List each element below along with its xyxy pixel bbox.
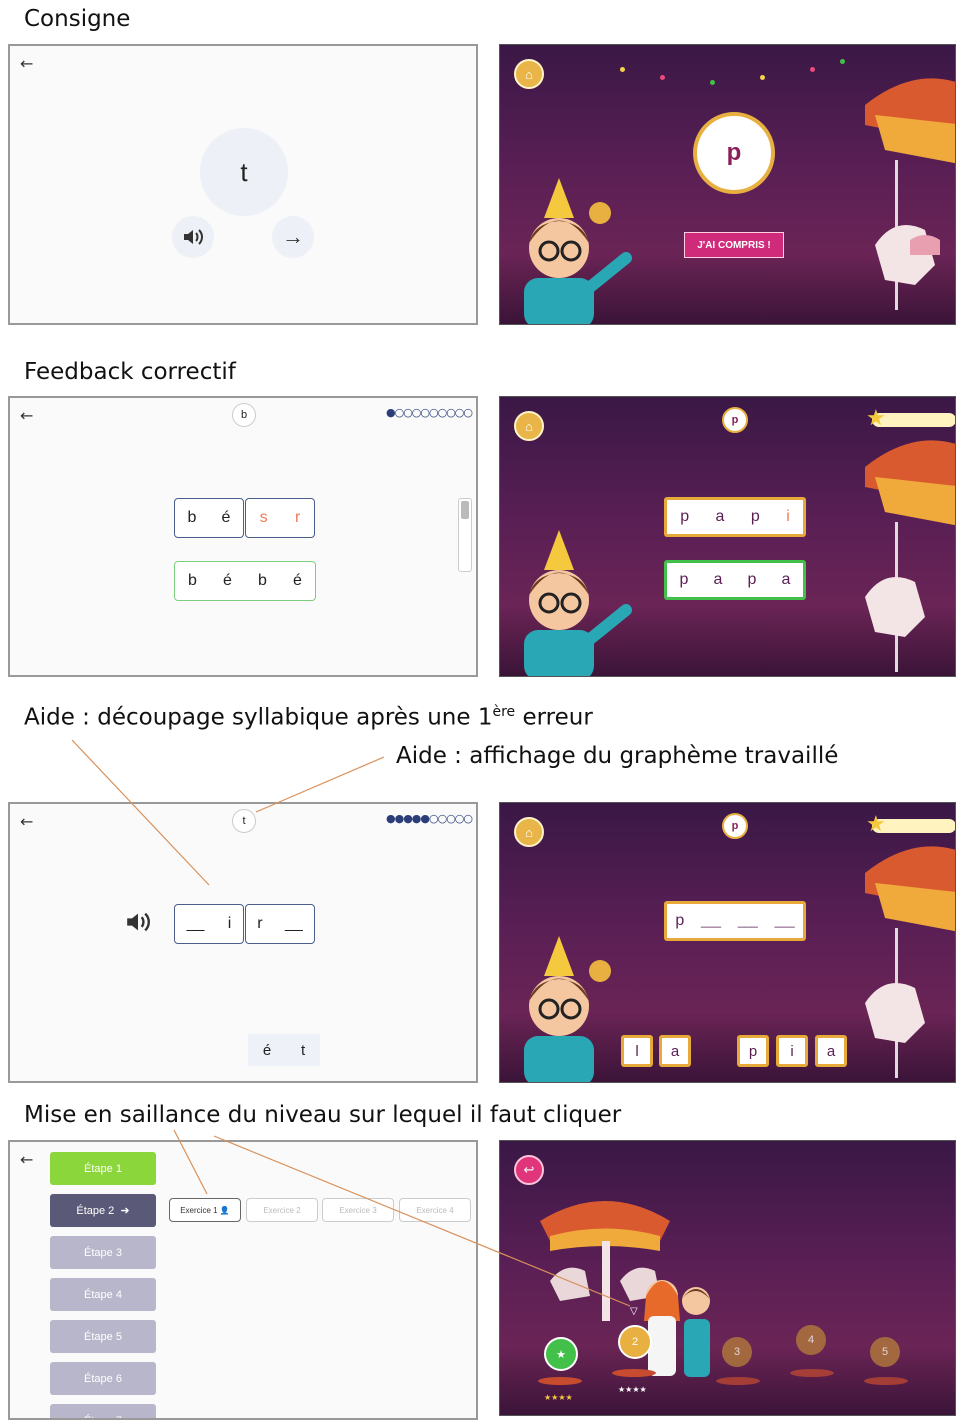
annotation-lines <box>71 739 631 1307</box>
